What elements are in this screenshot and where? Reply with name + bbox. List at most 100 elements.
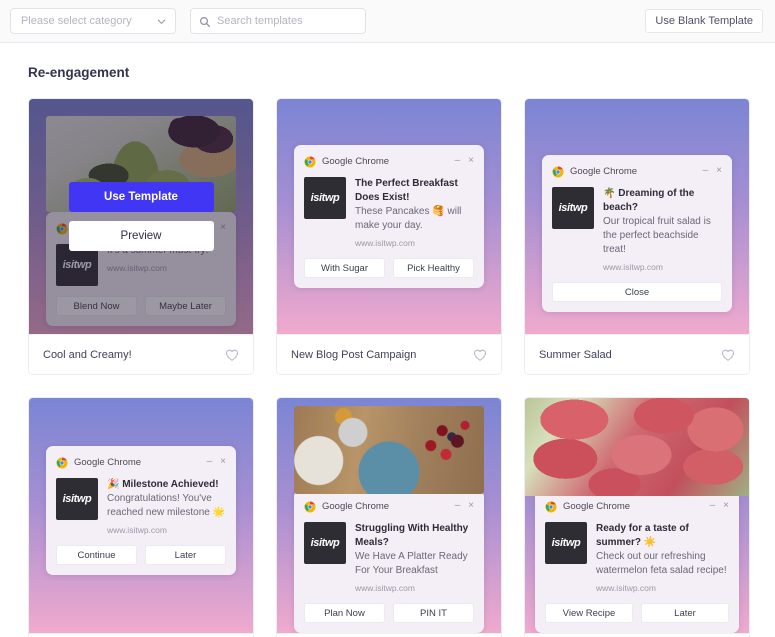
popup-title: Google Chrome <box>74 456 142 468</box>
card-footer <box>277 633 501 637</box>
popup-action-button[interactable]: Later <box>641 603 729 623</box>
notification-preview: Google Chrome – × isit wp 🌴 Dreaming of t… <box>542 155 732 312</box>
popup-body: isit wp Ready for a taste of summer? ☀️ C… <box>545 522 729 593</box>
popup-action-button[interactable]: Continue <box>56 545 137 565</box>
logo-text-b: wp <box>324 192 340 204</box>
breakfast-bowl-photo <box>294 406 484 494</box>
popup-message: Congratulations! You've reached new mile… <box>107 493 226 518</box>
notification-preview: Google Chrome – × isit wp The Perfect Bre… <box>294 145 484 288</box>
minimize-icon[interactable]: – <box>703 166 708 176</box>
popup-action-button[interactable]: Pick Healthy <box>393 258 474 278</box>
logo-text-b: wp <box>76 493 92 505</box>
use-blank-template-button[interactable]: Use Blank Template <box>645 9 763 33</box>
card-footer: Cool and Creamy! <box>29 334 253 374</box>
close-icon[interactable]: × <box>716 166 722 176</box>
favorite-heart-icon[interactable] <box>225 348 239 362</box>
chrome-icon <box>56 456 68 469</box>
popup-message: Check out our refreshing watermelon feta… <box>596 551 727 576</box>
popup-actions: Plan Now PIN IT <box>304 603 474 623</box>
logo-text-b: wp <box>572 202 588 214</box>
notification-preview: Google Chrome – × isit wp 🎉 Milestone Ach… <box>46 446 236 575</box>
preview-button[interactable]: Preview <box>68 221 214 251</box>
minimize-icon[interactable]: – <box>207 457 212 467</box>
popup-action-button[interactable]: With Sugar <box>304 258 385 278</box>
chevron-down-icon <box>156 16 167 27</box>
template-thumbnail: Google Chrome – × isit wp Struggling With… <box>277 398 501 633</box>
chrome-icon <box>545 500 557 513</box>
template-card[interactable]: Google Chrome – × isit wp Ready for a tas… <box>524 397 750 637</box>
chrome-icon <box>304 155 316 168</box>
popup-action-button[interactable]: Close <box>552 282 722 302</box>
popup-actions: Continue Later <box>56 545 226 565</box>
popup-header: Google Chrome – × <box>304 499 474 513</box>
logo-text-a: isit <box>310 192 326 204</box>
template-thumbnail: Google Chrome – × isit wp 🌴 Dreaming of t… <box>525 99 749 334</box>
card-footer: New Blog Post Campaign <box>277 334 501 374</box>
popup-actions: View Recipe Later <box>545 603 729 623</box>
isitwp-logo: isit wp <box>552 187 594 229</box>
search-input[interactable] <box>217 15 357 27</box>
template-name: New Blog Post Campaign <box>291 348 417 361</box>
template-card[interactable]: Google Chrome – × isitwp It's a summer m… <box>28 98 254 375</box>
popup-title: Google Chrome <box>322 155 390 167</box>
popup-message: Our tropical fruit salad is the perfect … <box>603 216 711 255</box>
logo-text-b: wp <box>324 537 340 549</box>
popup-body: isit wp 🎉 Milestone Achieved! Congratulat… <box>56 478 226 535</box>
template-thumbnail: Google Chrome – × isit wp The Perfect Bre… <box>277 99 501 334</box>
logo-text-a: isit <box>310 537 326 549</box>
close-icon[interactable]: × <box>468 156 474 166</box>
template-card[interactable]: Google Chrome – × isit wp 🌴 Dreaming of t… <box>524 98 750 375</box>
popup-actions: With Sugar Pick Healthy <box>304 258 474 278</box>
popup-heading: The Perfect Breakfast Does Exist! <box>355 178 458 203</box>
popup-url: www.isitwp.com <box>355 238 415 248</box>
minimize-icon[interactable]: – <box>710 501 715 511</box>
card-footer <box>525 633 749 637</box>
template-thumbnail: Google Chrome – × isit wp 🎉 Milestone Ach… <box>29 398 253 633</box>
popup-action-button[interactable]: Plan Now <box>304 603 385 623</box>
template-name: Summer Salad <box>539 348 612 361</box>
search-icon <box>199 15 211 27</box>
search-box[interactable] <box>190 8 366 34</box>
popup-title: Google Chrome <box>563 500 631 512</box>
popup-heading: Ready for a taste of summer? ☀️ <box>596 523 689 548</box>
popup-url: www.isitwp.com <box>355 583 415 593</box>
popup-message: We Have A Platter Ready For Your Breakfa… <box>355 551 468 576</box>
popup-action-button[interactable]: View Recipe <box>545 603 633 623</box>
minimize-icon[interactable]: – <box>455 501 460 511</box>
toolbar: Please select category Use Blank Templat… <box>0 0 775 43</box>
popup-body: isit wp Struggling With Healthy Meals? We… <box>304 522 474 593</box>
isitwp-logo: isit wp <box>304 522 346 564</box>
popup-action-button[interactable]: Later <box>145 545 226 565</box>
use-template-button[interactable]: Use Template <box>68 182 214 212</box>
close-icon[interactable]: × <box>723 501 729 511</box>
notification-preview: Google Chrome – × isit wp Struggling With… <box>294 490 484 633</box>
popup-heading: Struggling With Healthy Meals? <box>355 523 469 548</box>
isitwp-logo: isit wp <box>304 177 346 219</box>
popup-title: Google Chrome <box>322 500 390 512</box>
close-icon[interactable]: × <box>468 501 474 511</box>
close-icon[interactable]: × <box>220 457 226 467</box>
logo-text-a: isit <box>551 537 567 549</box>
popup-header: Google Chrome – × <box>56 455 226 469</box>
chrome-icon <box>552 165 564 178</box>
notification-preview: Google Chrome – × isit wp Ready for a tas… <box>535 490 739 633</box>
card-footer <box>29 633 253 637</box>
minimize-icon[interactable]: – <box>455 156 460 166</box>
popup-heading: 🌴 Dreaming of the beach? <box>603 188 695 213</box>
logo-text-a: isit <box>558 202 574 214</box>
template-thumbnail: Google Chrome – × isitwp It's a summer m… <box>29 99 253 334</box>
popup-message: These Pancakes 🥞 will make your day. <box>355 206 462 231</box>
popup-url: www.isitwp.com <box>603 262 663 272</box>
template-card[interactable]: Google Chrome – × isit wp 🎉 Milestone Ach… <box>28 397 254 637</box>
template-grid: Google Chrome – × isitwp It's a summer m… <box>0 80 775 637</box>
template-card[interactable]: Google Chrome – × isit wp The Perfect Bre… <box>276 98 502 375</box>
popup-body: isit wp The Perfect Breakfast Does Exist!… <box>304 177 474 248</box>
popup-action-button[interactable]: PIN IT <box>393 603 474 623</box>
favorite-heart-icon[interactable] <box>721 348 735 362</box>
category-select[interactable]: Please select category <box>10 8 176 34</box>
favorite-heart-icon[interactable] <box>473 348 487 362</box>
logo-text-b: wp <box>565 537 581 549</box>
watermelon-slices-photo <box>525 398 749 496</box>
template-card[interactable]: Google Chrome – × isit wp Struggling With… <box>276 397 502 637</box>
popup-header: Google Chrome – × <box>304 154 474 168</box>
